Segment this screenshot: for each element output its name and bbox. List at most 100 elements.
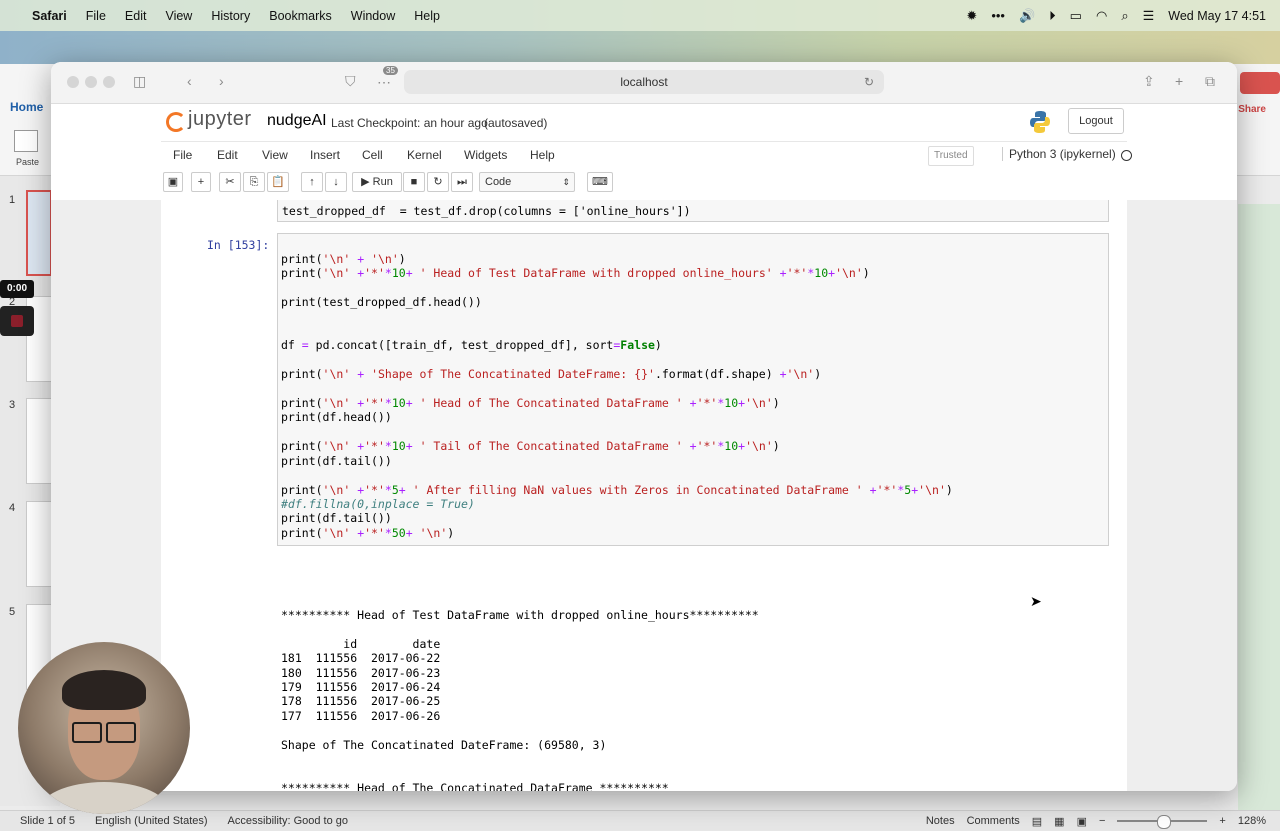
back-icon[interactable]: ‹ — [187, 73, 192, 89]
menu-help[interactable]: Help — [414, 9, 440, 23]
window-close-button[interactable] — [67, 76, 79, 88]
window-minimize-button[interactable] — [85, 76, 97, 88]
cut-icon[interactable]: ✂ — [219, 172, 241, 192]
tab-overview-icon[interactable]: ⧉ — [1205, 73, 1215, 90]
move-down-icon[interactable]: ↓ — [325, 172, 347, 192]
search-icon[interactable]: ⌕ — [1121, 8, 1128, 24]
sidebar-icon[interactable]: ◫ — [133, 73, 146, 90]
safari-window: ◫ ‹ › ⛉ 35 ⋯ localhost ↻ ⇪ + ⧉ jupyter n… — [51, 62, 1237, 791]
notes-button[interactable]: Notes — [926, 815, 955, 827]
menu-file[interactable]: File — [86, 9, 106, 23]
zoom-out-icon[interactable]: − — [1099, 815, 1105, 827]
status-language[interactable]: English (United States) — [95, 815, 208, 827]
menu-bookmarks[interactable]: Bookmarks — [269, 9, 332, 23]
python-logo-icon — [1030, 111, 1050, 133]
kernel-name[interactable]: Python 3 (ipykernel) — [1002, 147, 1116, 161]
command-palette-icon[interactable]: ⌨ — [587, 172, 613, 192]
zoom-in-icon[interactable]: + — [1219, 815, 1225, 827]
notebook-container[interactable]: test_dropped_df = test_df.drop(columns =… — [51, 200, 1237, 791]
jmenu-widgets[interactable]: Widgets — [464, 148, 507, 162]
code-line: #df.fillna(0,inplace = True) — [281, 496, 475, 511]
gear-status-icon[interactable]: ✹ — [966, 8, 977, 24]
volume-icon[interactable]: 🔊 — [1019, 8, 1035, 24]
zoom-slider[interactable] — [1117, 815, 1208, 829]
copy-icon[interactable]: ⎘ — [243, 172, 265, 192]
paste-icon[interactable]: 📋 — [267, 172, 289, 192]
output-line: ********** Head of Test DataFrame with d… — [281, 608, 759, 622]
recording-timer: 0:00 — [0, 280, 34, 298]
notebook-name[interactable]: nudgeAI — [267, 112, 327, 130]
share-icon[interactable]: ⇪ — [1143, 73, 1155, 90]
extensions-icon[interactable]: ⋯ — [377, 74, 391, 91]
code-cell-input[interactable]: print('\n' + '\n') print('\n' +'*'*10+ ' … — [277, 233, 1109, 546]
previous-code-cell[interactable]: test_dropped_df = test_df.drop(columns =… — [277, 200, 1109, 222]
jmenu-kernel[interactable]: Kernel — [407, 148, 442, 162]
ppt-paste-label[interactable]: Paste — [16, 157, 39, 167]
window-zoom-button[interactable] — [103, 76, 115, 88]
wifi-icon[interactable]: ◠ — [1096, 8, 1107, 24]
reload-icon[interactable]: ↻ — [864, 70, 874, 94]
ppt-window-close[interactable] — [1240, 72, 1280, 94]
slide-number: 3 — [9, 399, 16, 411]
menu-window[interactable]: Window — [351, 9, 395, 23]
slide-thumbnail[interactable] — [26, 501, 52, 587]
play-icon[interactable]: ⏵ — [1049, 8, 1056, 24]
code-editor[interactable]: print('\n' + '\n') print('\n' +'*'*10+ ' … — [281, 252, 953, 540]
new-tab-icon[interactable]: + — [1175, 73, 1183, 89]
forward-icon[interactable]: › — [219, 73, 224, 89]
interrupt-icon[interactable]: ■ — [403, 172, 425, 192]
control-center-icon[interactable]: ☰ — [1143, 8, 1155, 24]
status-accessibility[interactable]: Accessibility: Good to go — [228, 815, 348, 827]
more-dots-icon[interactable]: ••• — [991, 8, 1005, 23]
jmenu-cell[interactable]: Cell — [362, 148, 383, 162]
run-button[interactable]: ▶ Run — [352, 172, 402, 192]
jupyter-logo[interactable]: jupyter — [166, 108, 252, 132]
output-line: 178 111556 2017-06-25 — [281, 694, 441, 709]
code-line: print('\n' +'*'*50+ '\n') — [281, 525, 455, 540]
normal-view-icon[interactable]: ▤ — [1032, 815, 1042, 828]
logout-button[interactable]: Logout — [1068, 108, 1124, 134]
code-cell-output: ********** Head of Test DataFrame with d… — [281, 608, 759, 791]
webcam-overlay — [18, 642, 190, 814]
move-up-icon[interactable]: ↑ — [301, 172, 323, 192]
privacy-shield-icon[interactable]: ⛉ — [345, 73, 356, 90]
jmenu-view[interactable]: View — [262, 148, 288, 162]
zoom-level[interactable]: 128% — [1238, 815, 1266, 827]
fast-forward-icon[interactable]: ⏭ — [451, 172, 473, 192]
save-icon[interactable]: ▣ — [163, 172, 183, 192]
code-line: print('\n' +'*'*5+ ' After filling NaN v… — [281, 482, 953, 497]
sorter-view-icon[interactable]: ▦ — [1054, 815, 1064, 828]
run-label: Run — [372, 176, 393, 188]
ppt-tab-home[interactable]: Home — [10, 100, 43, 114]
reading-view-icon[interactable]: ▣ — [1077, 815, 1087, 828]
menu-edit[interactable]: Edit — [125, 9, 147, 23]
record-stop-button[interactable] — [0, 306, 34, 336]
jmenu-edit[interactable]: Edit — [217, 148, 238, 162]
code-line: print('\n' +'*'*10+ ' Head of Test DataF… — [281, 266, 870, 281]
menu-view[interactable]: View — [165, 9, 192, 23]
address-bar[interactable]: localhost ↻ — [404, 70, 884, 94]
restart-icon[interactable]: ↻ — [427, 172, 449, 192]
comments-button[interactable]: Comments — [967, 815, 1020, 827]
kernel-idle-icon — [1121, 150, 1132, 161]
menu-history[interactable]: History — [211, 9, 250, 23]
output-line: ​ — [281, 766, 759, 780]
jmenu-file[interactable]: File — [173, 148, 192, 162]
slide-thumbnail[interactable] — [26, 190, 52, 276]
slide-thumbnail[interactable] — [26, 398, 52, 484]
jupyter-logo-text: jupyter — [188, 108, 252, 130]
battery-icon[interactable]: ▭ — [1070, 8, 1082, 24]
insert-cell-icon[interactable]: + — [191, 172, 211, 192]
cell-type-select[interactable]: Code ⇕ — [479, 172, 575, 192]
trusted-indicator[interactable]: Trusted — [928, 146, 974, 166]
jmenu-help[interactable]: Help — [530, 148, 555, 162]
menu-app-safari[interactable]: Safari — [32, 9, 67, 23]
menubar-clock[interactable]: Wed May 17 4:51 — [1168, 9, 1266, 23]
ppt-share-button[interactable]: Share — [1238, 104, 1266, 115]
paste-icon[interactable] — [14, 130, 38, 152]
input-prompt: In [153]: — [207, 238, 270, 252]
jmenu-insert[interactable]: Insert — [310, 148, 340, 162]
output-line: ​ — [281, 752, 759, 766]
jupyter-header: jupyter nudgeAI Last Checkpoint: an hour… — [51, 104, 1237, 140]
webcam-person-hair — [62, 670, 146, 710]
